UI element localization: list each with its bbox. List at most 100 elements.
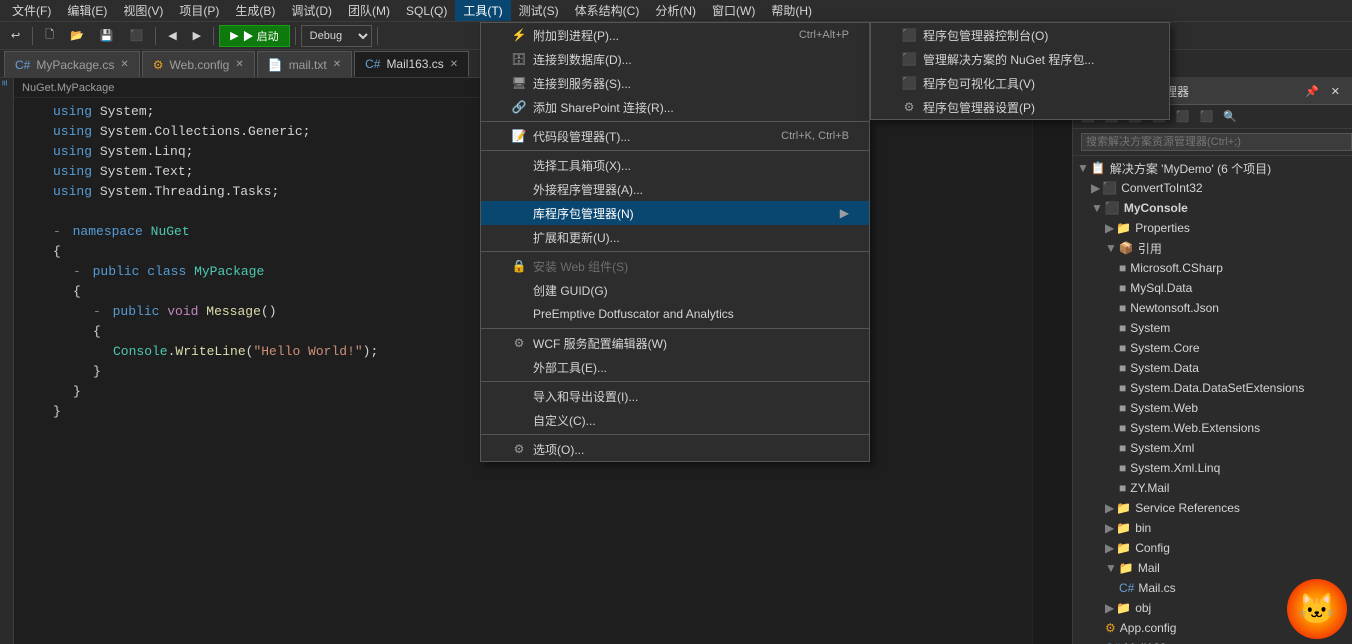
tree-bin[interactable]: ▶ 📁 bin [1073, 518, 1352, 538]
server-icon: 🖥 [511, 75, 527, 91]
ref-system-xml-label: System.Xml [1130, 441, 1194, 455]
properties-folder-icon: 📁 [1116, 221, 1131, 235]
menu-arch[interactable]: 体系结构(C) [567, 0, 648, 21]
tools-dropdown-menu[interactable]: ⚡ 附加到进程(P)... Ctrl+Alt+P 🗄 连接到数据库(D)... … [480, 22, 870, 462]
tab-webconfig[interactable]: ⚙ Web.config ✕ [142, 51, 255, 77]
sep1 [32, 27, 33, 45]
mail-folder-icon: 📁 [1119, 561, 1134, 575]
menu-help[interactable]: 帮助(H) [763, 0, 820, 21]
tree-ref-system-web[interactable]: ■ System.Web [1073, 398, 1352, 418]
se-close-button[interactable]: ✕ [1327, 82, 1344, 100]
se-tool-btn1[interactable]: ⬛ [1077, 108, 1099, 126]
tree-ref-mysql[interactable]: ■ MySql.Data [1073, 278, 1352, 298]
menu-file[interactable]: 文件(F) [4, 0, 59, 21]
menu-create-guid[interactable]: 创建 GUID(G) [481, 278, 869, 302]
import-export-label: 导入和导出设置(I)... [533, 388, 638, 405]
tree-solution[interactable]: ▼ 📋 解决方案 'MyDemo' (6 个项目) [1073, 158, 1352, 178]
sidebar-indicator[interactable]: ≡ [0, 78, 13, 88]
menu-project[interactable]: 项目(P) [171, 0, 227, 21]
menu-edit[interactable]: 编辑(E) [59, 0, 115, 21]
tab-webconfig-close[interactable]: ✕ [235, 59, 243, 70]
toolbar-open[interactable]: 📂 [63, 25, 91, 47]
tree-ref-system-web-ext[interactable]: ■ System.Web.Extensions [1073, 418, 1352, 438]
tab-mypackage-close[interactable]: ✕ [120, 59, 128, 70]
tree-properties[interactable]: ▶ 📁 Properties [1073, 218, 1352, 238]
se-pin-button[interactable]: 📌 [1301, 82, 1323, 100]
solution-search-input[interactable] [1081, 133, 1352, 151]
menu-view[interactable]: 视图(V) [115, 0, 171, 21]
debug-dropdown[interactable]: Debug Release [301, 25, 372, 47]
tree-ref-zy-mail[interactable]: ■ ZY.Mail [1073, 478, 1352, 498]
menu-external-tools[interactable]: 外部工具(E)... [481, 355, 869, 379]
config-folder-icon: 📁 [1116, 541, 1131, 555]
tab-mypackage-label: MyPackage.cs [36, 58, 114, 72]
tree-ref-system-core[interactable]: ■ System.Core [1073, 338, 1352, 358]
menu-dotfuscator[interactable]: PreEmptive Dotfuscator and Analytics [481, 302, 869, 326]
menu-wcf[interactable]: ⚙ WCF 服务配置编辑器(W) [481, 331, 869, 355]
menu-customize[interactable]: 自定义(C)... [481, 408, 869, 432]
tree-myconsole[interactable]: ▼ ⬛ MyConsole [1073, 198, 1352, 218]
menu-options[interactable]: ⚙ 选项(O)... [481, 437, 869, 461]
menu-analysis[interactable]: 分析(N) [647, 0, 704, 21]
menu-sql[interactable]: SQL(Q) [398, 2, 455, 20]
se-tool-btn5[interactable]: ⬛ [1172, 108, 1194, 126]
se-tool-btn6[interactable]: ⬛ [1196, 108, 1218, 126]
tree-ref-system-data-ext[interactable]: ■ System.Data.DataSetExtensions [1073, 378, 1352, 398]
tree-ref-system[interactable]: ■ System [1073, 318, 1352, 338]
ref-icon: ■ [1119, 281, 1126, 295]
tab-mail-txt-close[interactable]: ✕ [333, 59, 341, 70]
menu-extensions[interactable]: 扩展和更新(U)... [481, 225, 869, 249]
tree-config-folder[interactable]: ▶ 📁 Config [1073, 538, 1352, 558]
menu-test[interactable]: 测试(S) [511, 0, 567, 21]
tree-ref-system-xml-linq[interactable]: ■ System.Xml.Linq [1073, 458, 1352, 478]
ref-icon: ■ [1119, 261, 1126, 275]
ref-system-web-ext-label: System.Web.Extensions [1130, 421, 1260, 435]
tab-mail163[interactable]: C# Mail163.cs ✕ [354, 51, 469, 77]
toolbar-undo[interactable]: ↩ [4, 25, 27, 47]
menu-connect-db[interactable]: 🗄 连接到数据库(D)... [481, 47, 869, 71]
menu-debug[interactable]: 调试(D) [283, 0, 340, 21]
menu-toolbox[interactable]: 选择工具箱项(X)... [481, 153, 869, 177]
tree-mail-folder[interactable]: ▼ 📁 Mail [1073, 558, 1352, 578]
snippet-shortcut: Ctrl+K, Ctrl+B [781, 130, 849, 142]
menu-code-snippet[interactable]: 📝 代码段管理器(T)... Ctrl+K, Ctrl+B [481, 124, 869, 148]
menu-addin-mgr[interactable]: 外接程序管理器(A)... [481, 177, 869, 201]
tab-mail-txt[interactable]: 📄 mail.txt ✕ [257, 51, 352, 77]
menu-attach-process[interactable]: ⚡ 附加到进程(P)... Ctrl+Alt+P [481, 23, 869, 47]
tab-mypackage[interactable]: C# MyPackage.cs ✕ [4, 51, 140, 77]
se-tool-btn3[interactable]: ⬛ [1124, 108, 1146, 126]
toolbar-save[interactable]: 💾 [93, 25, 121, 47]
toolbox-label: 选择工具箱项(X)... [533, 157, 631, 174]
se-tool-btn4[interactable]: ⬛ [1148, 108, 1170, 126]
solution-search-wrapper [1073, 129, 1352, 156]
tree-ref-mscsharp[interactable]: ■ Microsoft.CSharp [1073, 258, 1352, 278]
tree-service-refs[interactable]: ▶ 📁 Service References [1073, 498, 1352, 518]
toolbar-new[interactable]: 🗋 [38, 25, 61, 47]
tree-refs[interactable]: ▼ 📦 引用 [1073, 238, 1352, 258]
toolbar-forward[interactable]: ▶ [186, 25, 208, 47]
tab-mail163-close[interactable]: ✕ [450, 59, 458, 70]
start-button[interactable]: ▶ ▶ 启动 [219, 25, 290, 47]
menu-add-sharepoint[interactable]: 🔗 添加 SharePoint 连接(R)... [481, 95, 869, 119]
menu-install-web[interactable]: 🔒 安装 Web 组件(S) [481, 254, 869, 278]
toolbar-back[interactable]: ◀ [161, 25, 183, 47]
menu-team[interactable]: 团队(M) [340, 0, 398, 21]
tree-ref-newtonsoft[interactable]: ■ Newtonsoft.Json [1073, 298, 1352, 318]
tree-ref-system-xml[interactable]: ■ System.Xml [1073, 438, 1352, 458]
menu-build[interactable]: 生成(B) [227, 0, 283, 21]
tree-ref-system-data[interactable]: ■ System.Data [1073, 358, 1352, 378]
guid-icon [511, 282, 527, 298]
menu-connect-server[interactable]: 🖥 连接到服务器(S)... [481, 71, 869, 95]
toolbar-saveall[interactable]: ⬛ [122, 25, 150, 47]
convert-label: ConvertToInt32 [1121, 181, 1202, 195]
sep-6 [481, 434, 869, 435]
se-tool-btn2[interactable]: ⬛ [1101, 108, 1123, 126]
menu-window[interactable]: 窗口(W) [704, 0, 763, 21]
menu-tools[interactable]: 工具(T) [455, 0, 510, 21]
tree-convert[interactable]: ▶ ⬛ ConvertToInt32 [1073, 178, 1352, 198]
menu-import-export[interactable]: 导入和导出设置(I)... [481, 384, 869, 408]
menu-nuget[interactable]: 库程序包管理器(N) ▶ [481, 201, 869, 225]
ref-system-core-label: System.Core [1130, 341, 1199, 355]
obj-icon: 📁 [1116, 601, 1131, 615]
se-search-btn[interactable]: 🔍 [1219, 108, 1241, 126]
